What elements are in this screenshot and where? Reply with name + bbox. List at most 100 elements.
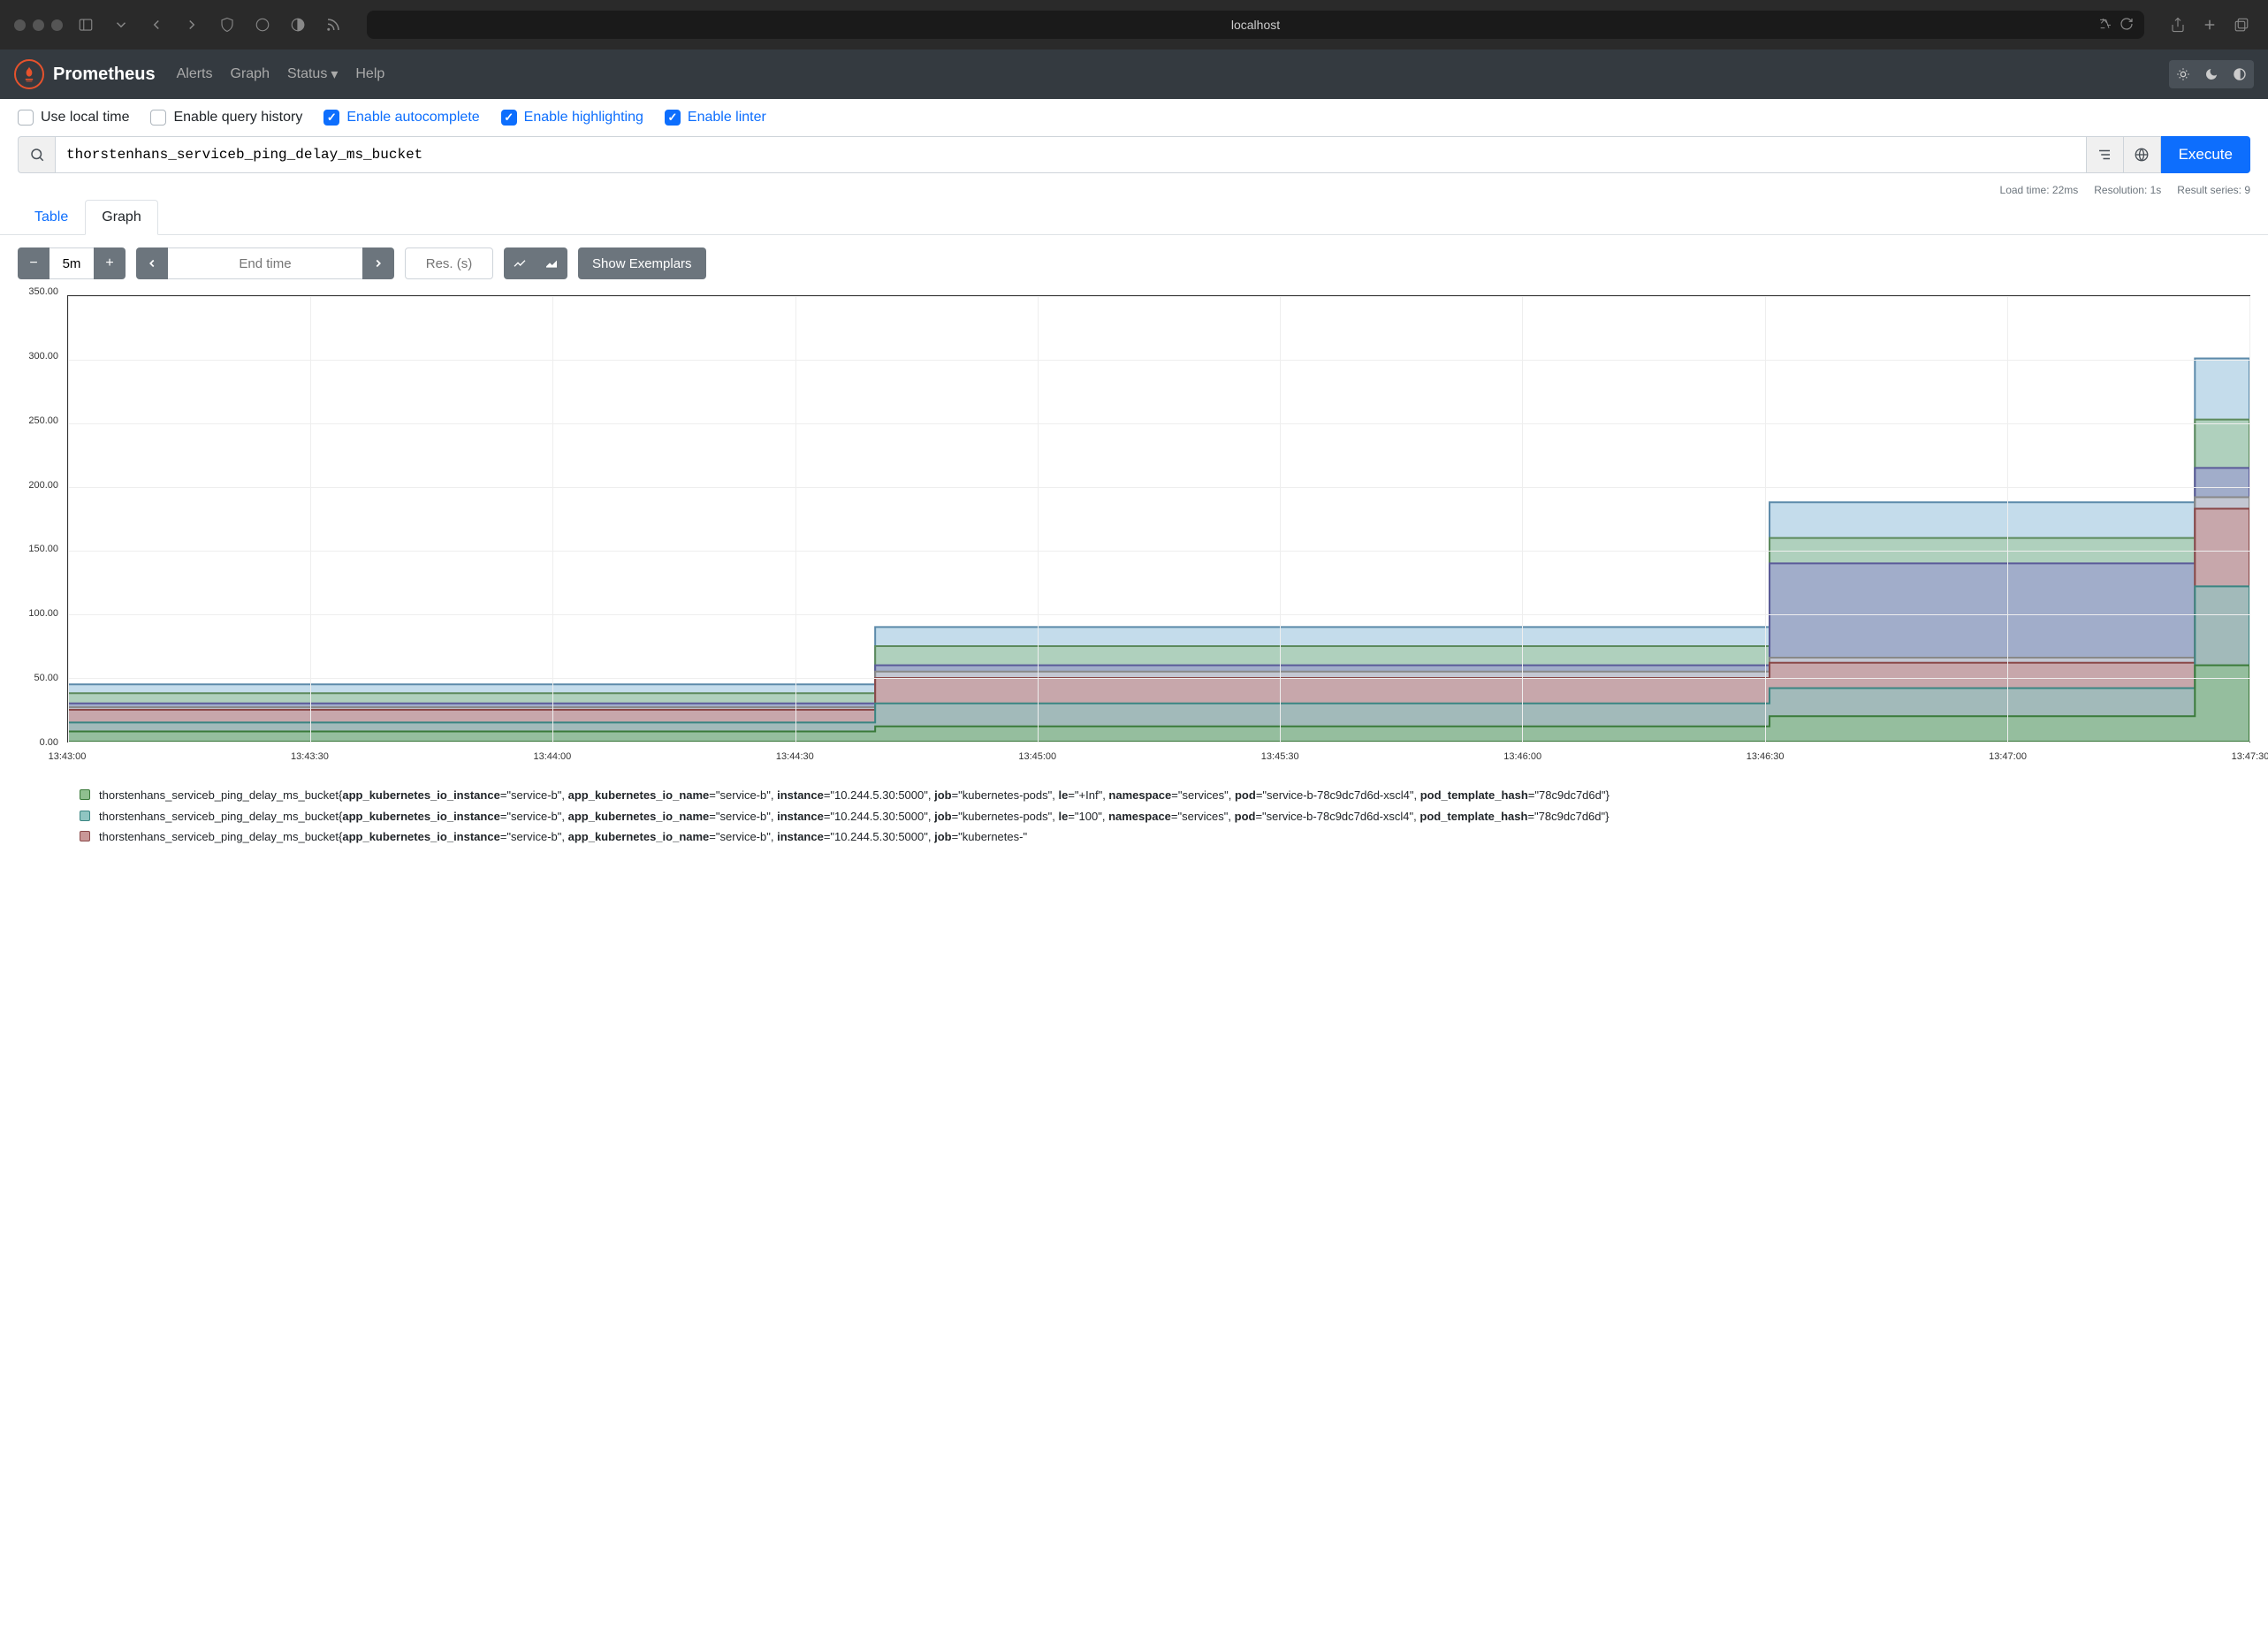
opt-query-history[interactable]: Enable query history	[150, 110, 302, 126]
stat-series: Result series: 9	[2177, 184, 2250, 196]
x-tick-label: 13:43:00	[49, 751, 87, 762]
query-stats: Load time: 22ms Resolution: 1s Result se…	[0, 180, 2268, 200]
options-row: Use local time Enable query history Enab…	[0, 99, 2268, 136]
legend-text: thorstenhans_serviceb_ping_delay_ms_buck…	[99, 828, 1027, 846]
share-icon[interactable]	[2165, 12, 2190, 37]
line-chart-icon[interactable]	[504, 247, 536, 279]
x-tick-label: 13:46:30	[1747, 751, 1785, 762]
checkbox[interactable]	[150, 110, 166, 126]
x-tick-label: 13:44:00	[533, 751, 571, 762]
chart[interactable]: 0.0050.00100.00150.00200.00250.00300.003…	[18, 292, 2250, 769]
brand-text: Prometheus	[53, 65, 156, 85]
exemplars-button[interactable]: Show Exemplars	[578, 247, 706, 279]
traffic-close[interactable]	[14, 19, 26, 31]
reload-icon[interactable]	[2120, 17, 2134, 34]
sun-icon[interactable]	[2169, 60, 2197, 88]
url-bar[interactable]: localhost	[367, 11, 2144, 39]
shield-icon[interactable]	[215, 12, 240, 37]
stat-resolution: Resolution: 1s	[2094, 184, 2161, 196]
legend-swatch	[80, 811, 90, 821]
traffic-max[interactable]	[51, 19, 63, 31]
opt-local-time[interactable]: Use local time	[18, 110, 129, 126]
traffic-lights	[14, 19, 63, 31]
tab-table[interactable]: Table	[18, 200, 85, 235]
query-input[interactable]	[55, 136, 2087, 173]
browser-chrome: localhost	[0, 0, 2268, 49]
x-tick-label: 13:44:30	[776, 751, 814, 762]
back-icon[interactable]	[144, 12, 169, 37]
sidebar-icon[interactable]	[73, 12, 98, 37]
tab-graph[interactable]: Graph	[85, 200, 157, 235]
y-tick-label: 350.00	[28, 286, 58, 297]
translate-icon[interactable]	[2098, 17, 2112, 34]
legend: thorstenhans_serviceb_ping_delay_ms_buck…	[0, 769, 2268, 846]
nav-graph[interactable]: Graph	[231, 65, 270, 83]
chevron-down-icon[interactable]	[109, 12, 133, 37]
tabs-icon[interactable]	[2229, 12, 2254, 37]
area-chart-icon[interactable]	[536, 247, 567, 279]
forward-icon[interactable]	[179, 12, 204, 37]
contrast-icon[interactable]	[2226, 60, 2254, 88]
navbar: Prometheus Alerts Graph Status▾ Help	[0, 49, 2268, 99]
time-prev-button[interactable]	[136, 247, 168, 279]
stat-load: Load time: 22ms	[2000, 184, 2079, 196]
y-tick-label: 100.00	[28, 608, 58, 619]
plus-icon[interactable]	[2197, 12, 2222, 37]
checkbox[interactable]	[501, 110, 517, 126]
checkbox[interactable]	[18, 110, 34, 126]
legend-item[interactable]: thorstenhans_serviceb_ping_delay_ms_buck…	[80, 808, 2250, 826]
y-tick-label: 150.00	[28, 544, 58, 554]
nav-help[interactable]: Help	[355, 65, 384, 83]
nav-links: Alerts Graph Status▾ Help	[177, 65, 385, 83]
x-tick-label: 13:46:00	[1503, 751, 1541, 762]
nav-status[interactable]: Status▾	[287, 65, 338, 83]
legend-item[interactable]: thorstenhans_serviceb_ping_delay_ms_buck…	[80, 787, 2250, 804]
opt-linter[interactable]: Enable linter	[665, 110, 766, 126]
brand[interactable]: Prometheus	[14, 59, 156, 89]
nav-alerts[interactable]: Alerts	[177, 65, 213, 83]
execute-button[interactable]: Execute	[2161, 136, 2250, 173]
range-minus-button[interactable]: −	[18, 247, 49, 279]
x-tick-label: 13:47:00	[1989, 751, 2027, 762]
y-tick-label: 50.00	[34, 673, 58, 683]
endtime-group	[136, 247, 394, 279]
format-icon[interactable]	[2087, 136, 2124, 173]
y-tick-label: 250.00	[28, 415, 58, 426]
query-row: Execute	[0, 136, 2268, 180]
y-tick-label: 200.00	[28, 480, 58, 491]
charttype-group	[504, 247, 567, 279]
checkbox[interactable]	[665, 110, 681, 126]
checkbox[interactable]	[323, 110, 339, 126]
x-tick-label: 13:47:30	[2232, 751, 2268, 762]
legend-swatch	[80, 789, 90, 800]
graph-controls: − + Show Exemplars	[0, 235, 2268, 292]
endtime-input[interactable]	[168, 247, 362, 279]
y-tick-label: 300.00	[28, 351, 58, 362]
theme-switcher	[2169, 60, 2254, 88]
resolution-input[interactable]	[405, 247, 493, 279]
legend-item[interactable]: thorstenhans_serviceb_ping_delay_ms_buck…	[80, 828, 2250, 846]
opt-highlighting[interactable]: Enable highlighting	[501, 110, 643, 126]
url-text: localhost	[1231, 18, 1280, 32]
half-circle-icon[interactable]	[285, 12, 310, 37]
moon-icon[interactable]	[2197, 60, 2226, 88]
legend-swatch	[80, 831, 90, 841]
globe-icon[interactable]	[2124, 136, 2161, 173]
opt-autocomplete[interactable]: Enable autocomplete	[323, 110, 479, 126]
circle-icon[interactable]	[250, 12, 275, 37]
tabs: Table Graph	[0, 200, 2268, 235]
traffic-min[interactable]	[33, 19, 44, 31]
prometheus-logo-icon	[14, 59, 44, 89]
time-next-button[interactable]	[362, 247, 394, 279]
range-plus-button[interactable]: +	[94, 247, 126, 279]
y-tick-label: 0.00	[40, 737, 58, 748]
rss-icon[interactable]	[321, 12, 346, 37]
legend-text: thorstenhans_serviceb_ping_delay_ms_buck…	[99, 808, 1609, 826]
range-group: − +	[18, 247, 126, 279]
x-tick-label: 13:45:30	[1261, 751, 1299, 762]
x-tick-label: 13:43:30	[291, 751, 329, 762]
chart-area: 0.0050.00100.00150.00200.00250.00300.003…	[0, 292, 2268, 769]
chevron-down-icon: ▾	[331, 65, 338, 83]
range-input[interactable]	[49, 247, 94, 279]
search-icon	[18, 136, 55, 173]
